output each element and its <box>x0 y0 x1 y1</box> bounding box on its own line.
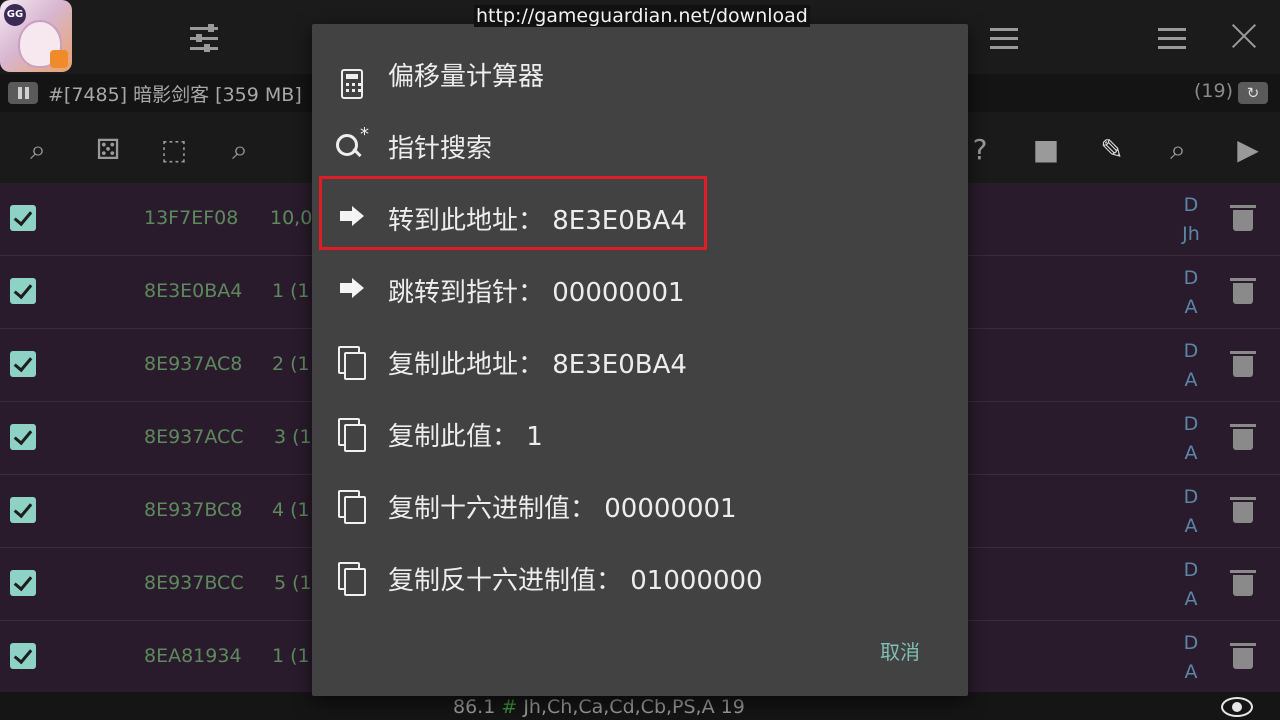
search-star-icon[interactable]: ⌕ <box>20 132 56 168</box>
cancel-button[interactable]: 取消 <box>880 636 920 665</box>
checkbox[interactable] <box>10 351 36 377</box>
url-overlay: http://gameguardian.net/download <box>474 5 810 27</box>
row-type: D <box>1183 340 1199 362</box>
row-address: 8E937AC8 <box>144 353 243 375</box>
row-region: A <box>1184 588 1198 610</box>
row-address: 8E937BC8 <box>144 499 243 521</box>
process-label: #[7485] 暗影剑客 [359 MB] <box>48 84 302 106</box>
close-icon[interactable] <box>1226 18 1262 54</box>
row-type: D <box>1183 413 1199 435</box>
app-icon[interactable]: GG <box>0 0 72 72</box>
row-region: A <box>1184 661 1198 683</box>
search-icon[interactable]: ⌕ <box>1160 132 1196 168</box>
row-type: D <box>1183 267 1199 289</box>
calculator-icon <box>341 69 363 99</box>
list-icon[interactable] <box>984 18 1024 58</box>
row-value: 1 (1 <box>272 280 310 302</box>
row-address: 13F7EF08 <box>144 207 239 229</box>
copy-icon <box>334 342 370 380</box>
copy-icon <box>334 486 370 524</box>
trash-icon[interactable] <box>1230 351 1256 377</box>
row-address: 8EA81934 <box>144 645 242 667</box>
row-region: Jh <box>1182 223 1200 245</box>
menu-item-label: 跳转到指针： 00000001 <box>388 278 685 308</box>
dice-icon[interactable]: ⚄ <box>90 132 126 168</box>
trash-icon[interactable] <box>1230 497 1256 523</box>
version-label: 86.1 <box>453 696 496 718</box>
menu-item-copy-address[interactable]: 复制此地址： 8E3E0BA4 <box>312 324 968 396</box>
select-icon[interactable]: ⬚ <box>156 132 192 168</box>
row-value: 1 (1 <box>272 645 310 667</box>
hash-mark: # <box>501 696 518 718</box>
row-value: 10,0 <box>270 207 313 229</box>
checkbox[interactable] <box>10 424 36 450</box>
total-count: 19 <box>720 696 745 718</box>
checkbox[interactable] <box>10 497 36 523</box>
edit-icon[interactable]: ✎ <box>1094 132 1130 168</box>
trash-icon[interactable] <box>1230 205 1256 231</box>
menu-item-jump-pointer[interactable]: 跳转到指针： 00000001 <box>312 252 968 324</box>
row-address: 8E3E0BA4 <box>144 280 243 302</box>
row-address: 8E937BCC <box>144 572 244 594</box>
row-region: A <box>1184 515 1198 537</box>
arrow-right-icon <box>334 270 370 306</box>
row-value: 4 (1 <box>272 499 310 521</box>
trash-icon[interactable] <box>1230 278 1256 304</box>
row-region: A <box>1184 296 1198 318</box>
row-address: 8E937ACC <box>144 426 244 448</box>
row-region: A <box>1184 442 1198 464</box>
row-type: D <box>1183 559 1199 581</box>
menu-item-copy-value[interactable]: 复制此值： 1 <box>312 396 968 468</box>
row-type: D <box>1183 194 1199 216</box>
row-region: A <box>1184 369 1198 391</box>
highlight-box <box>319 176 707 250</box>
menu-item-label: 指针搜索 <box>388 134 493 164</box>
trash-icon[interactable] <box>1230 424 1256 450</box>
menu-item-copy-hex[interactable]: 复制十六进制值： 00000001 <box>312 468 968 540</box>
pointer-search-icon: * <box>334 124 370 162</box>
checkbox[interactable] <box>10 205 36 231</box>
trash-icon[interactable] <box>1230 570 1256 596</box>
menu-item-label: 偏移量计算器 <box>388 62 545 92</box>
play-icon[interactable]: ▶ <box>1230 132 1266 168</box>
row-value: 3 (1 <box>274 426 312 448</box>
delete-icon[interactable]: ■ <box>1028 132 1064 168</box>
result-count: (19) <box>1194 80 1234 102</box>
checkbox[interactable] <box>10 278 36 304</box>
menu-icon[interactable] <box>1152 18 1192 58</box>
menu-item-pointer-search[interactable]: * 指针搜索 <box>312 108 968 180</box>
eye-icon[interactable] <box>1221 697 1253 717</box>
menu-item-label: 复制此地址： 8E3E0BA4 <box>388 350 687 380</box>
menu-item-label: 复制十六进制值： 00000001 <box>388 494 737 524</box>
region-list: Jh,Ch,Ca,Cd,Cb,PS,A <box>523 696 715 718</box>
row-value: 5 (1 <box>274 572 312 594</box>
settings-sliders-icon[interactable] <box>184 18 224 58</box>
copy-icon <box>334 414 370 452</box>
row-value: 2 (1 <box>272 353 310 375</box>
trash-icon[interactable] <box>1230 643 1256 669</box>
pause-icon[interactable] <box>8 82 38 104</box>
checkbox[interactable] <box>10 643 36 669</box>
checkbox[interactable] <box>10 570 36 596</box>
row-type: D <box>1183 486 1199 508</box>
menu-item-offset-calculator[interactable]: 偏移量计算器 <box>312 36 968 108</box>
row-type: D <box>1183 632 1199 654</box>
search-check-icon[interactable]: ⌕ <box>222 132 258 168</box>
bottom-status: 86.1 # Jh,Ch,Ca,Cd,Cb,PS,A 19 <box>453 696 745 718</box>
menu-item-copy-reverse-hex[interactable]: 复制反十六进制值： 01000000 <box>312 540 968 612</box>
menu-item-label: 复制反十六进制值： 01000000 <box>388 566 763 596</box>
menu-item-label: 复制此值： 1 <box>388 422 543 452</box>
copy-icon <box>334 558 370 596</box>
refresh-icon[interactable]: ↻ <box>1238 82 1268 104</box>
